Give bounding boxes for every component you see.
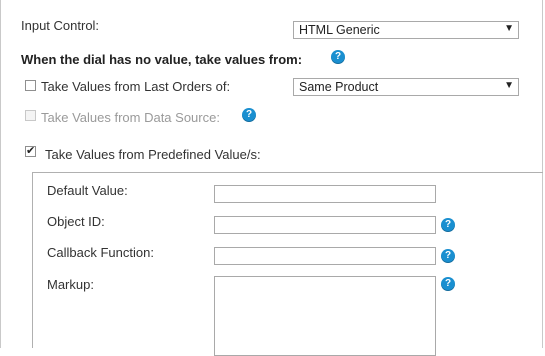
markup-textarea[interactable] — [214, 276, 436, 356]
help-icon[interactable]: ? — [242, 108, 256, 122]
last-orders-selected: Same Product — [299, 80, 379, 94]
input-control-select[interactable]: HTML Generic ▼ — [293, 21, 519, 39]
object-id-input[interactable] — [214, 216, 436, 234]
callback-function-label: Callback Function: — [47, 245, 154, 260]
default-value-input[interactable] — [214, 185, 436, 203]
predefined-values-panel: Default Value: Object ID: ? Callback Fun… — [32, 172, 543, 356]
input-control-label: Input Control: — [21, 18, 100, 33]
callback-function-input[interactable] — [214, 247, 436, 265]
default-value-label: Default Value: — [47, 183, 128, 198]
predefined-checkbox[interactable]: ✔ — [25, 146, 36, 157]
chevron-down-icon: ▼ — [504, 23, 514, 34]
last-orders-checkbox[interactable] — [25, 80, 36, 91]
help-icon[interactable]: ? — [441, 249, 455, 263]
predefined-label: Take Values from Predefined Value/s: — [45, 147, 261, 162]
data-source-checkbox[interactable] — [25, 110, 36, 121]
last-orders-select[interactable]: Same Product ▼ — [293, 78, 519, 96]
data-source-label: Take Values from Data Source: — [41, 110, 220, 125]
chevron-down-icon: ▼ — [504, 80, 514, 91]
check-icon: ✔ — [26, 145, 36, 157]
markup-label: Markup: — [47, 277, 94, 292]
no-value-heading: When the dial has no value, take values … — [21, 52, 303, 67]
input-control-selected: HTML Generic — [299, 23, 380, 37]
object-id-label: Object ID: — [47, 214, 105, 229]
last-orders-label: Take Values from Last Orders of: — [41, 79, 231, 94]
help-icon[interactable]: ? — [441, 218, 455, 232]
help-icon[interactable]: ? — [441, 277, 455, 291]
help-icon[interactable]: ? — [331, 50, 345, 64]
